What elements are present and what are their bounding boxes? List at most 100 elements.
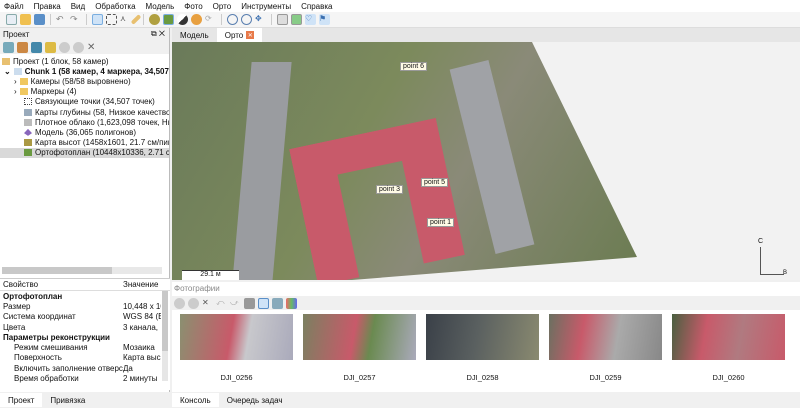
tree-item-markers[interactable]: › Маркеры (4) (0, 87, 169, 97)
property-value: WGS 84 (E (123, 312, 161, 322)
orthomosaic-view[interactable]: point 6 point 3 point 5 point 1 29.1 м С… (172, 42, 800, 280)
tab-job-queue[interactable]: Очередь задач (219, 393, 291, 407)
remove-icon[interactable]: ✕ (87, 42, 98, 53)
property-row[interactable]: Размер 10,448 x 10 (0, 301, 170, 311)
property-value: Да (123, 363, 133, 373)
menu-model[interactable]: Модель (146, 2, 175, 11)
disable-icon[interactable] (73, 41, 84, 53)
property-name: Время обработки (14, 374, 79, 384)
chevron-down-icon[interactable]: ⌄ (4, 67, 11, 76)
new-icon[interactable] (6, 14, 17, 25)
add-photos-icon[interactable] (17, 41, 28, 53)
marker-label[interactable]: point 1 (427, 218, 455, 227)
tab-reference[interactable]: Привязка (42, 393, 93, 407)
disable-icon[interactable] (188, 297, 199, 309)
rectangle-selection-icon[interactable] (106, 14, 117, 25)
property-row[interactable]: Цвета 3 канала, (0, 322, 170, 332)
property-name: Поверхность (14, 353, 62, 363)
menu-photo[interactable]: Фото (184, 2, 202, 11)
marker-label[interactable]: point 3 (376, 185, 404, 194)
menu-help[interactable]: Справка (301, 2, 332, 11)
east-label: В (783, 270, 788, 276)
menu-view[interactable]: Вид (71, 2, 85, 11)
add-chunk-icon[interactable] (3, 41, 14, 53)
palette-icon[interactable] (191, 14, 202, 25)
photo-label: DJI_0259 (589, 373, 622, 382)
map-icon[interactable] (291, 14, 302, 25)
menu-file[interactable]: Файл (4, 2, 24, 11)
chevron-right-icon[interactable]: › (14, 87, 17, 96)
tree-item-orthomosaic[interactable]: Ортофотоплан (10448x10336, 2.71 см/пи (0, 147, 169, 158)
photo-thumbnail[interactable] (549, 314, 662, 360)
dem-icon[interactable] (149, 14, 160, 25)
property-row[interactable]: Поверхность Карта выс (0, 353, 170, 363)
zoom-out-icon[interactable] (241, 14, 252, 25)
navigation-icon[interactable] (92, 14, 103, 25)
filter-icon[interactable] (272, 297, 283, 309)
property-row[interactable]: Включить заполнение отверстийДа (0, 363, 170, 373)
tab-console[interactable]: Консоль (172, 393, 219, 407)
zoom-in-icon[interactable] (227, 14, 238, 25)
vertical-scrollbar[interactable] (162, 291, 168, 381)
view-mode-icon[interactable] (258, 297, 269, 309)
marker-icon[interactable]: ⚑ (319, 14, 330, 25)
thumbnail-size-icon[interactable] (286, 297, 297, 309)
image-icon[interactable] (277, 14, 288, 25)
menu-workflow[interactable]: Обработка (95, 2, 135, 11)
property-row[interactable]: Система координат WGS 84 (E (0, 312, 170, 322)
compass-axis (760, 247, 761, 275)
binoculars-icon[interactable] (244, 297, 255, 309)
close-icon[interactable]: ⧉ ✕ (151, 29, 165, 39)
property-row[interactable]: Параметры реконструкции (0, 332, 170, 342)
tree-item-depth-maps[interactable]: Карты глубины (58, Низкое качество, М (0, 107, 169, 117)
divider (143, 14, 144, 25)
depth-maps-icon (24, 108, 32, 116)
tab-model[interactable]: Модель (172, 28, 217, 42)
shape-icon[interactable]: ♡ (305, 14, 316, 25)
save-icon[interactable] (34, 14, 45, 25)
redo-icon[interactable]: ↷ (70, 14, 81, 25)
rotate-left-icon[interactable]: ⤺ (216, 298, 227, 309)
tab-project[interactable]: Проект (0, 393, 43, 407)
close-tab-icon[interactable]: ✕ (246, 31, 255, 39)
photo-thumbnail[interactable] (180, 314, 293, 360)
tree-item-dem[interactable]: Карта высот (1458x1601, 21.7 см/пикс) (0, 138, 169, 148)
open-icon[interactable] (20, 14, 31, 25)
properties-panel: Свойство Значение Ортофотоплан Размер 10,44… (0, 278, 170, 390)
ortho-icon[interactable] (163, 14, 174, 25)
property-row[interactable]: Режим смешивания Мозаика (0, 342, 170, 352)
photo-thumbnail[interactable] (672, 314, 785, 360)
enable-icon[interactable] (174, 297, 185, 309)
tab-ortho[interactable]: Орто ✕ (216, 28, 263, 42)
tree-item-chunk[interactable]: ⌄Chunk 1 (58 камер, 4 маркера, 34,507 то… (0, 66, 169, 76)
tree-item-dense-cloud[interactable]: Плотное облако (1,623,098 точек, Низко (0, 117, 169, 127)
add-folder-icon[interactable] (31, 41, 42, 53)
ruler-icon[interactable]: ⋏ (120, 14, 131, 25)
tree-item-cameras[interactable]: › Камеры (58/58 выровнено) (0, 76, 169, 86)
enable-icon[interactable] (59, 41, 70, 53)
photo-thumbnail[interactable] (303, 314, 416, 360)
folder-icon (19, 77, 28, 85)
shading-icon[interactable] (177, 14, 188, 25)
chevron-right-icon[interactable]: › (14, 77, 17, 86)
tree-item-model[interactable]: Модель (36,065 полигонов) (0, 127, 169, 137)
main-toolbar: ↶ ↷ ⋏ ⟳ ✥ ♡ ⚑ (0, 12, 800, 28)
marker-label[interactable]: point 6 (400, 62, 428, 71)
pan-icon[interactable]: ✥ (255, 14, 266, 25)
property-row[interactable]: Время обработки 2 минуты (0, 373, 170, 383)
rotate-right-icon[interactable]: ⤻ (230, 298, 241, 309)
property-row[interactable]: Ортофотоплан (0, 291, 170, 301)
menu-ortho[interactable]: Орто (213, 2, 232, 11)
photo-thumbnail[interactable] (426, 314, 539, 360)
remove-icon[interactable]: ✕ (202, 298, 213, 309)
horizontal-scrollbar[interactable] (2, 267, 162, 274)
menu-tools[interactable]: Инструменты (241, 2, 291, 11)
menu-edit[interactable]: Правка (34, 2, 61, 11)
undo-icon[interactable]: ↶ (56, 14, 67, 25)
tree-item-tie-points[interactable]: Связующие точки (34,507 точек) (0, 97, 169, 107)
refresh-icon[interactable]: ⟳ (205, 14, 216, 25)
marker-label[interactable]: point 5 (421, 178, 449, 187)
measure-icon[interactable] (130, 14, 142, 25)
tree-item-project[interactable]: Проект (1 блок, 58 камер) (0, 56, 169, 66)
add-marker-icon[interactable] (45, 41, 56, 53)
